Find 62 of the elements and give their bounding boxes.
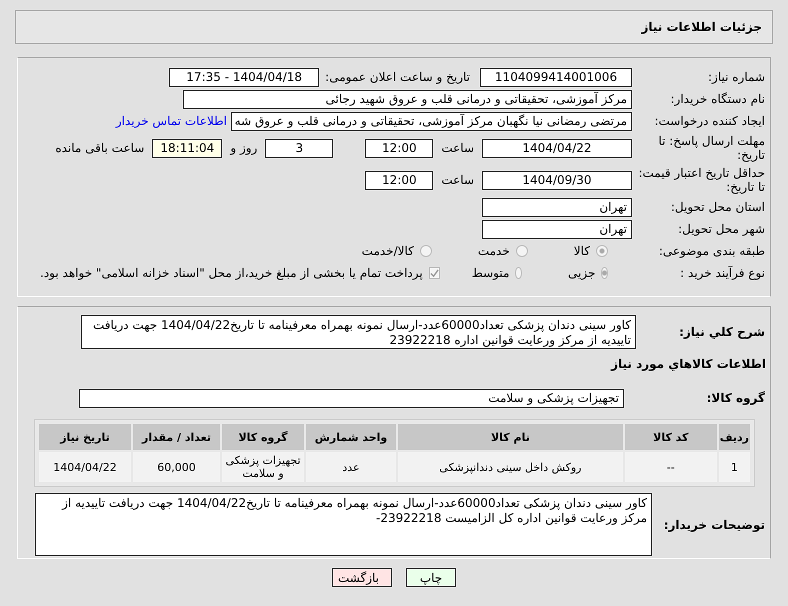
buyer-org-field: مرکز آموزشی، تحقیقاتی و درمانی قلب و عروق شهید رجائی — [183, 90, 632, 108]
column-header: کد کالا — [624, 424, 717, 450]
column-header: تعداد / مقدار — [133, 424, 220, 450]
table-cell: روکش داخل سینی دندانپزشکی — [398, 452, 623, 482]
time-field: 12:00 — [365, 138, 434, 158]
print-button[interactable]: چاپ — [406, 568, 456, 587]
field-label: ساعت باقی مانده — [55, 141, 144, 155]
announce-date-field: 1404/04/18 - 17:35 — [169, 68, 320, 86]
page-title: جزئیات اطلاعات نیاز — [641, 20, 762, 34]
section-heading: اطلاعات کالاهاي مورد نیاز — [610, 356, 767, 373]
field-label: شماره نیاز: — [707, 70, 766, 84]
field-label: شهر محل تحویل: — [677, 222, 766, 236]
date-field: 1404/09/30 — [482, 170, 632, 190]
radio-button[interactable] — [596, 245, 608, 257]
checkbox-label: پرداخت تمام یا بخشی از مبلغ خرید،از محل "اسناد خزانه اسلامی" خواهد بود. — [40, 266, 423, 280]
table-cell: 1404/04/22 — [39, 452, 131, 482]
city-field: تهران — [482, 220, 632, 238]
column-header: واحد شمارش — [306, 424, 396, 450]
radio-button[interactable] — [420, 245, 432, 257]
table-cell: تجهیزات پزشکی و سلامت — [222, 452, 304, 482]
column-header: گروه کالا — [222, 424, 304, 450]
field-label: ساعت — [441, 173, 474, 187]
field-label: تاریخ و ساعت اعلان عمومی: — [325, 70, 470, 84]
field-label: حداقل تاریخ اعتبار قیمت: تا تاریخ: — [637, 166, 766, 194]
time-field: 12:00 — [365, 170, 434, 190]
field-label: طبقه بندی موضوعی: — [658, 244, 766, 258]
contact-link[interactable]: اطلاعات تماس خریدار — [116, 114, 227, 128]
checkbox[interactable] — [428, 267, 440, 279]
creator-field: مرتضی رمضانی نیا نگهبان مرکز آموزشی، تحقیقاتی و درمانی قلب و عروق شه — [231, 112, 632, 130]
goods-group-field: تجهیزات پزشکی و سلامت — [79, 388, 624, 408]
table-cell: -- — [624, 452, 717, 482]
radio-label: خدمت — [478, 244, 510, 258]
description-textarea[interactable]: کاور سینی دندان پزشکی تعداد60000عدد-ارسال نمونه بهمراه معرفینامه تا تاریخ1404/04/22 جهت دریافت تاییدیه از مرکز ورعایت قوانین اداره 23922218 — [81, 315, 636, 349]
radio-button[interactable] — [515, 267, 522, 279]
table-cell: 1 — [718, 452, 750, 482]
column-header: تاریخ نیاز — [39, 424, 131, 450]
column-header: نام کالا — [398, 424, 623, 450]
need-number-field: 1104099414001006 — [480, 68, 632, 86]
field-label: شرح کلي نیاز: — [678, 325, 766, 339]
field-label: نوع فرآیند خرید : — [679, 266, 766, 280]
province-field: تهران — [482, 198, 632, 216]
table-cell: عدد — [306, 452, 396, 482]
table-cell: 60,000 — [133, 452, 220, 482]
column-header: ردیف — [718, 424, 750, 450]
remaining-time-field: 18:11:04 — [152, 138, 222, 158]
field-label: روز و — [230, 141, 258, 155]
radio-button[interactable] — [516, 245, 528, 257]
radio-label: متوسط — [472, 266, 510, 280]
radio-label: کالا — [574, 244, 590, 258]
field-label: ایجاد کننده درخواست: — [653, 114, 766, 128]
radio-label: جزیی — [568, 266, 596, 280]
back-button[interactable]: بازگشت — [332, 568, 392, 587]
buyer-notes-textarea[interactable]: کاور سینی دندان پزشکی تعداد60000عدد-ارسال نمونه بهمراه معرفینامه تا تاریخ1404/04/22 جهت دریافت تاییدیه از مرکز ورعایت قوانین اداره کل الزامیست 23922218- — [35, 493, 652, 556]
field-label: نام دستگاه خریدار: — [670, 92, 766, 106]
days-field: 3 — [265, 138, 334, 158]
field-label: مهلت ارسال پاسخ: تا تاریخ: — [657, 134, 766, 162]
field-label: گروه کالا: — [706, 391, 766, 405]
radio-label: کالا/خدمت — [362, 244, 414, 258]
radio-button[interactable] — [601, 267, 608, 279]
date-field: 1404/04/22 — [482, 138, 632, 158]
field-label: استان محل تحویل: — [670, 200, 766, 214]
field-label: ساعت — [441, 141, 474, 155]
